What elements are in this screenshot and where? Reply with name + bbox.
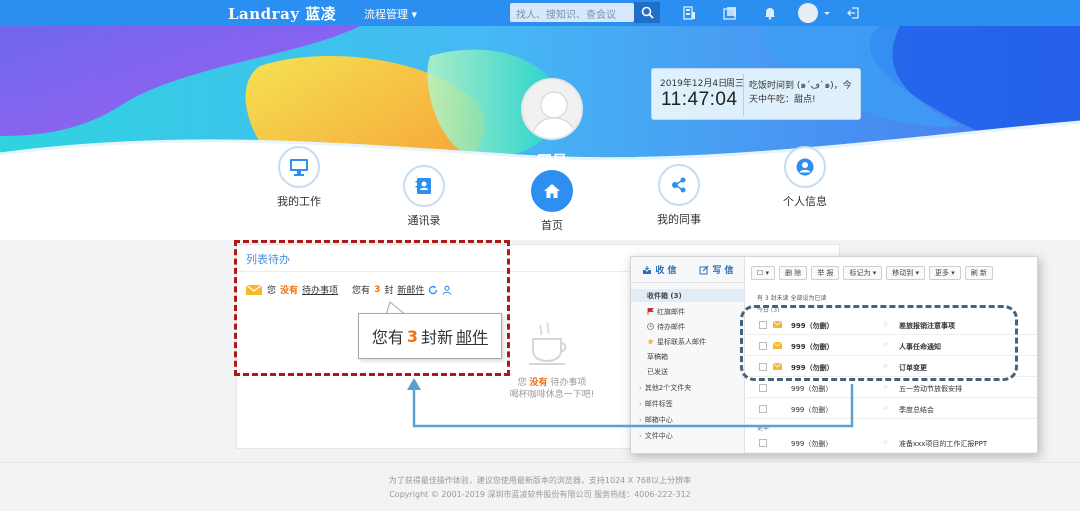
footer: 为了获得最佳操作体验，建议您使用最新版本的浏览器，支持1024 X 768以上分… <box>0 462 1080 511</box>
logout-icon[interactable] <box>845 5 861 21</box>
search-input[interactable]: 找人、搜知识、查会议 <box>510 3 634 22</box>
footer-copyright: Copyright © 2001-2019 深圳市蓝凌软件股份有限公司 服务热线… <box>389 490 691 499</box>
top-bar: Landray 蓝凌 流程管理 ▾ 找人、搜知识、查会议 <box>0 0 1080 26</box>
footer-browser-notice: 为了获得最佳操作体验，建议您使用最新版本的浏览器，支持1024 X 768以上分… <box>388 476 692 485</box>
process-menu[interactable]: 流程管理 ▾ <box>364 6 417 22</box>
brand-logo[interactable]: Landray 蓝凌 <box>228 3 336 24</box>
connector-arrow <box>407 378 854 428</box>
chevron-down-icon[interactable] <box>822 5 832 21</box>
bell-icon[interactable] <box>762 5 778 21</box>
apps-icon[interactable] <box>722 5 738 21</box>
user-avatar[interactable] <box>798 3 818 23</box>
org-chart-icon[interactable] <box>681 5 697 21</box>
search-icon <box>641 6 654 19</box>
search-button[interactable] <box>634 2 660 23</box>
